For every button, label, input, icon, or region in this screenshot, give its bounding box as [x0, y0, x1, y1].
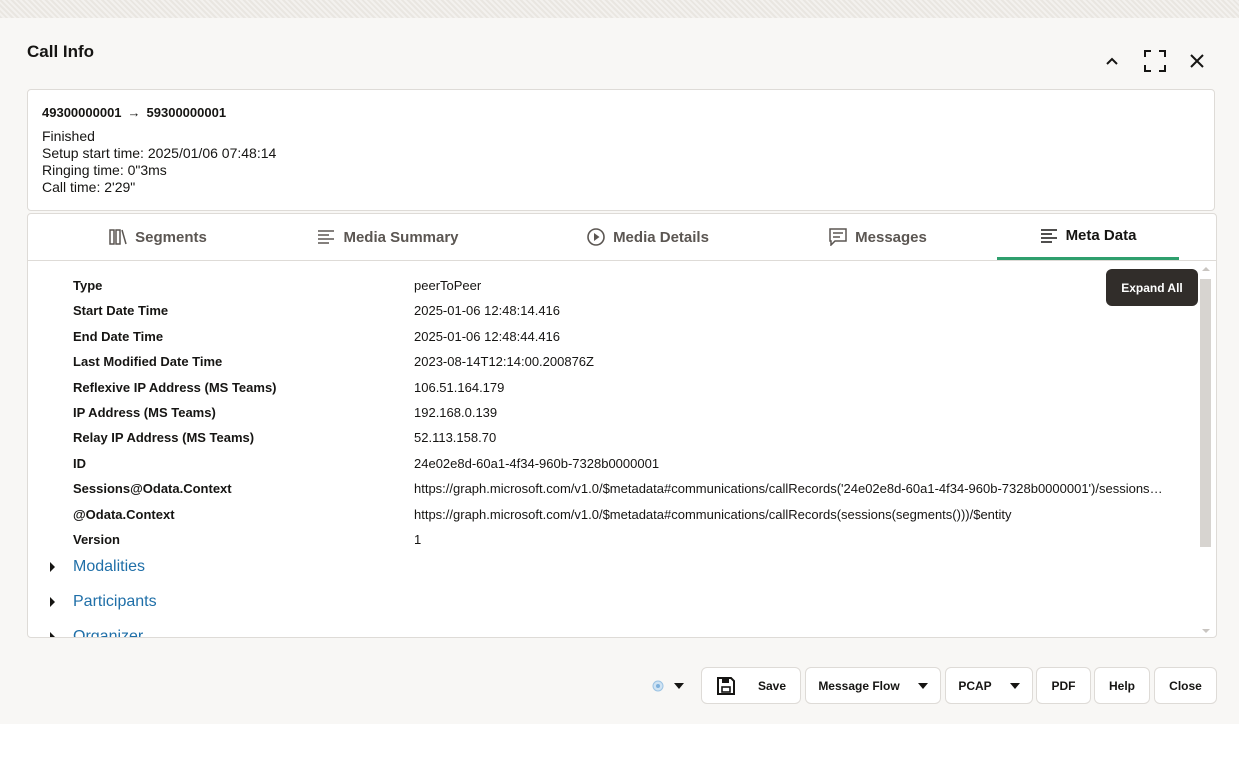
meta-row: Reflexive IP Address (MS Teams) 106.51.16… — [28, 380, 1168, 400]
meta-row: Start Date Time 2025-01-06 12:48:14.416 — [28, 303, 1168, 323]
fullscreen-icon — [1144, 50, 1166, 72]
tab-media-details[interactable]: Media Details — [548, 214, 748, 260]
route-arrow: → — [127, 105, 141, 120]
meta-value: 1 — [414, 532, 422, 547]
scroll-thumb[interactable] — [1200, 279, 1211, 547]
meta-row: @Odata.Context https://graph.microsoft.co… — [28, 507, 1168, 527]
floppy-disk-icon — [716, 676, 735, 695]
meta-value: 52.113.158.70 — [414, 430, 497, 445]
meta-row: Last Modified Date Time 2023-08-14T12:14:… — [28, 354, 1168, 374]
play-circle-icon — [587, 228, 605, 246]
tab-messages[interactable]: Messages — [788, 214, 968, 260]
dialog-title: Call Info — [27, 42, 95, 61]
meta-row: Type peerToPeer — [28, 278, 1168, 298]
meta-key: @Odata.Context — [73, 507, 175, 522]
tab-bar: Segments Media Summary Media Details Mes… — [28, 214, 1216, 261]
section-label: Modalities — [73, 558, 146, 575]
chevron-up-icon — [1106, 57, 1118, 65]
meta-value: https://graph.microsoft.com/v1.0/$metada… — [414, 507, 1012, 522]
meta-row: ID 24e02e8d-60a1-4f34-960b-7328b0000001 — [28, 456, 1168, 476]
save-label: Save — [757, 678, 787, 693]
scroll-up-icon — [1202, 267, 1210, 271]
save-button[interactable]: Save — [701, 667, 801, 704]
tab-media-summary[interactable]: Media Summary — [288, 214, 488, 260]
vertical-scrollbar[interactable] — [1200, 266, 1212, 637]
call-route: 49300000001 → 59300000001 — [42, 105, 226, 120]
chevron-down-icon — [917, 682, 928, 689]
segments-icon — [109, 229, 127, 245]
status-dot-icon — [652, 680, 664, 692]
message-flow-button[interactable]: Message Flow — [805, 667, 941, 704]
expand-triangle-icon — [50, 597, 55, 607]
pdf-button[interactable]: PDF — [1036, 667, 1091, 704]
chevron-down-icon — [674, 683, 684, 689]
expand-triangle-icon — [50, 562, 55, 572]
call-info-dialog: Call Info 49300000001 → 59300000001 Finish… — [0, 18, 1239, 724]
meta-row: End Date Time 2025-01-06 12:48:44.416 — [28, 329, 1168, 349]
meta-value: https://graph.microsoft.com/v1.0/$metada… — [414, 481, 1164, 496]
callee-number: 59300000001 — [146, 105, 227, 120]
pcap-button[interactable]: PCAP — [945, 667, 1033, 704]
pcap-label: PCAP — [958, 678, 992, 693]
tab-meta-data[interactable]: Meta Data — [997, 214, 1179, 260]
meta-row: Sessions@Odata.Context https://graph.micr… — [28, 481, 1168, 501]
scroll-down-icon — [1202, 629, 1210, 633]
meta-key: Reflexive IP Address (MS Teams) — [73, 380, 277, 395]
tab-segments[interactable]: Segments — [68, 214, 248, 260]
close-button[interactable]: Close — [1154, 667, 1217, 704]
section-label: Participants — [73, 593, 157, 610]
tab-label: Meta Data — [1065, 227, 1137, 244]
maximize-button[interactable] — [1142, 48, 1168, 74]
meta-value: 2025-01-06 12:48:44.416 — [414, 329, 561, 344]
message-icon — [829, 228, 847, 246]
ringing-time: Ringing time: 0"3ms — [42, 162, 167, 178]
tab-label: Media Details — [613, 228, 709, 246]
message-flow-label: Message Flow — [818, 678, 900, 693]
close-icon — [1190, 54, 1204, 68]
section-label: Organizer — [73, 628, 144, 638]
caller-number: 49300000001 — [42, 105, 122, 120]
meta-key: Start Date Time — [73, 303, 169, 318]
meta-value: 106.51.164.179 — [414, 380, 505, 395]
meta-value: peerToPeer — [414, 278, 482, 293]
section-modalities[interactable]: Modalities — [50, 556, 145, 578]
expand-triangle-icon — [50, 632, 55, 637]
tab-label: Media Summary — [343, 228, 459, 246]
chevron-down-icon — [1009, 682, 1020, 689]
call-status: Finished — [42, 128, 95, 144]
details-panel: Segments Media Summary Media Details Mes… — [27, 213, 1217, 638]
meta-key: Last Modified Date Time — [73, 354, 223, 369]
meta-key: Version — [73, 532, 120, 547]
meta-value: 2023-08-14T12:14:00.200876Z — [414, 354, 594, 369]
section-organizer[interactable]: Organizer — [50, 626, 144, 638]
setup-start-time: Setup start time: 2025/01/06 07:48:14 — [42, 145, 277, 161]
top-strip — [0, 0, 1239, 18]
call-time: Call time: 2'29" — [42, 179, 136, 195]
meta-key: IP Address (MS Teams) — [73, 405, 216, 420]
close-dialog-button[interactable] — [1184, 48, 1210, 74]
collapse-button[interactable] — [1099, 48, 1125, 74]
meta-value: 192.168.0.139 — [414, 405, 498, 420]
meta-row: Version 1 — [28, 532, 1168, 552]
meta-key: Relay IP Address (MS Teams) — [73, 430, 255, 445]
lines-icon — [1040, 228, 1058, 244]
meta-key: ID — [73, 456, 86, 471]
tab-label: Messages — [855, 228, 927, 246]
call-summary-card: 49300000001 → 59300000001 Finished Setup s… — [27, 89, 1215, 211]
meta-value: 24e02e8d-60a1-4f34-960b-7328b0000001 — [414, 456, 660, 471]
status-indicator-dropdown[interactable] — [652, 679, 692, 693]
meta-key: Sessions@Odata.Context — [73, 481, 232, 496]
meta-value: 2025-01-06 12:48:14.416 — [414, 303, 561, 318]
meta-key: Type — [73, 278, 103, 293]
meta-data-content: Expand All Type peerToPeer Start Date Tim… — [28, 261, 1198, 638]
section-participants[interactable]: Participants — [50, 591, 157, 613]
meta-row: Relay IP Address (MS Teams) 52.113.158.70 — [28, 430, 1168, 450]
meta-row: IP Address (MS Teams) 192.168.0.139 — [28, 405, 1168, 425]
help-button[interactable]: Help — [1094, 667, 1150, 704]
lines-icon — [317, 229, 335, 245]
meta-key: End Date Time — [73, 329, 164, 344]
tab-label: Segments — [135, 228, 207, 246]
